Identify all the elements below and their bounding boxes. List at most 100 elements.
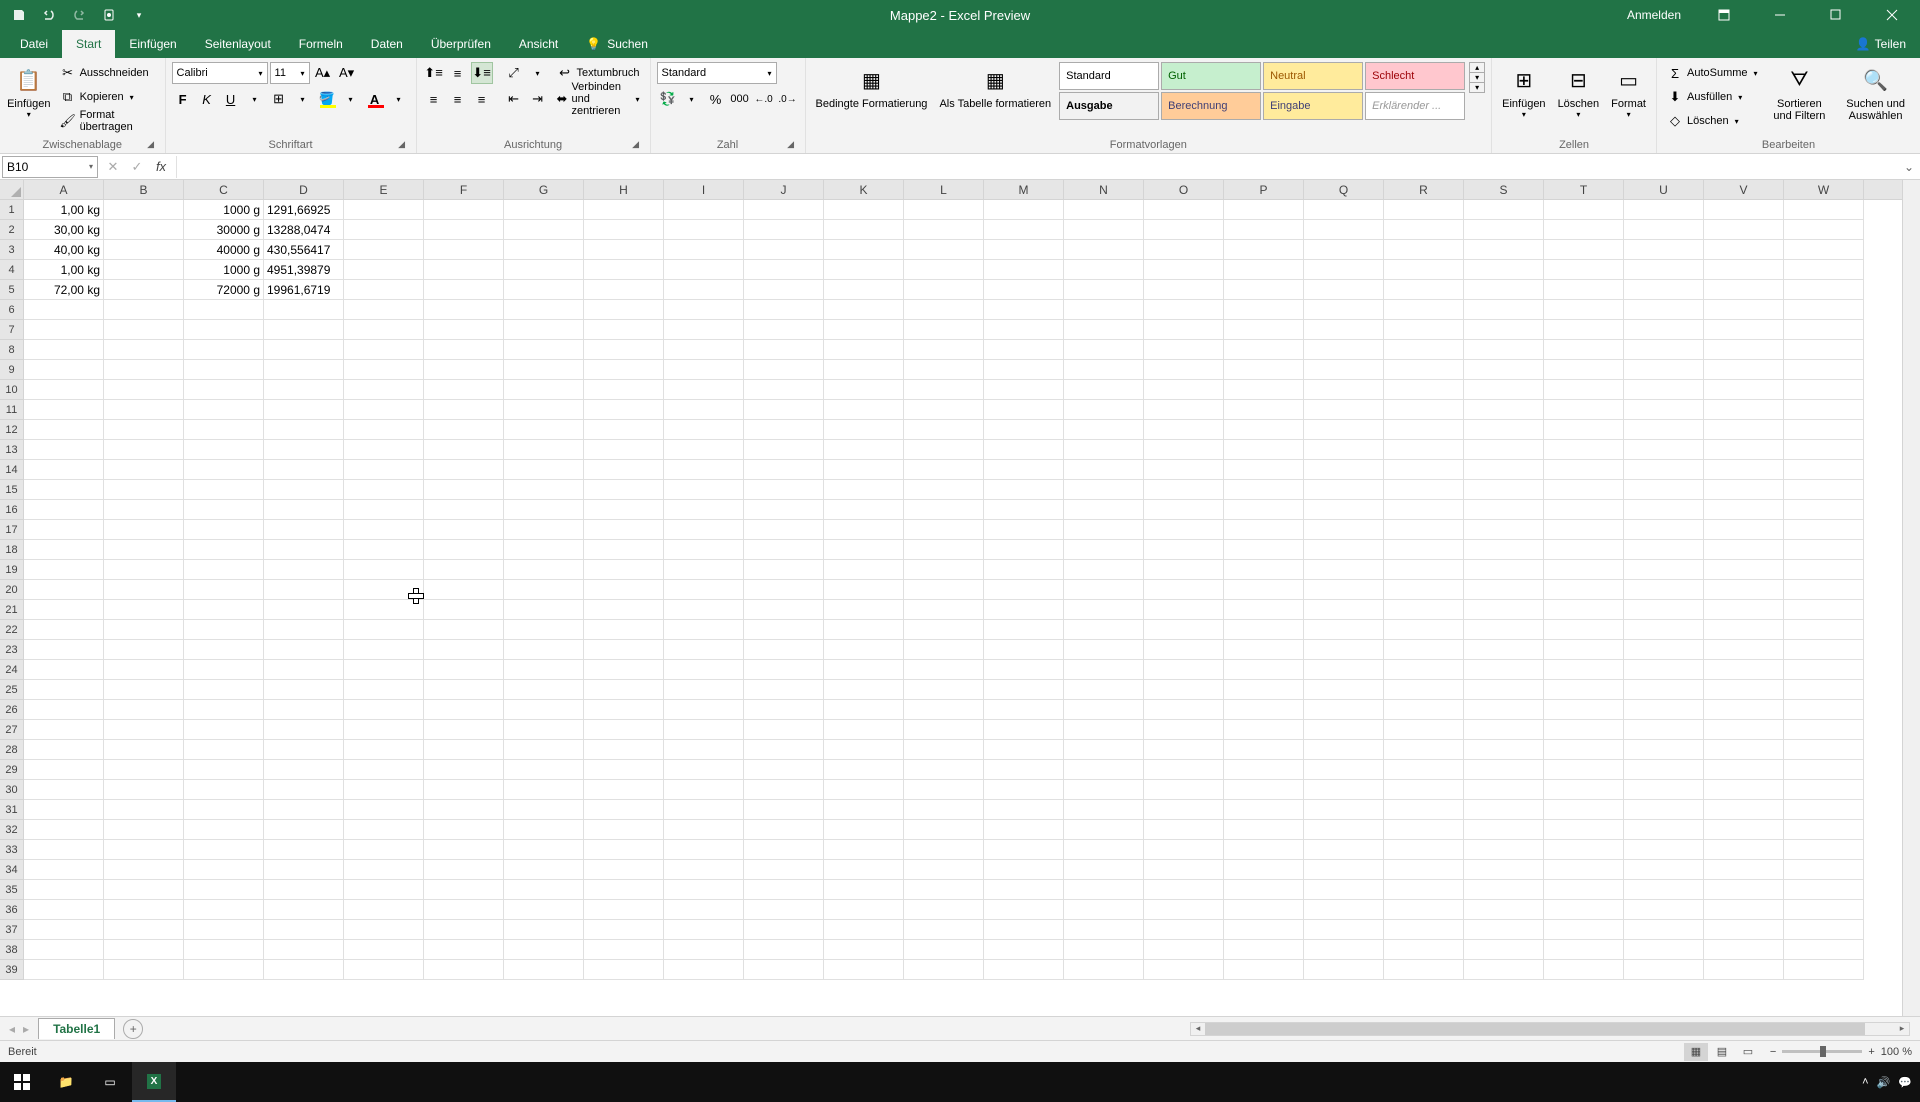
cell[interactable]	[504, 880, 584, 900]
cell[interactable]	[1464, 460, 1544, 480]
column-header[interactable]: T	[1544, 180, 1624, 199]
cell[interactable]	[344, 800, 424, 820]
cell[interactable]	[744, 420, 824, 440]
cell[interactable]	[1384, 520, 1464, 540]
cell[interactable]	[1624, 600, 1704, 620]
cell[interactable]	[104, 220, 184, 240]
style-ausgabe[interactable]: Ausgabe	[1059, 92, 1159, 120]
cell[interactable]	[664, 360, 744, 380]
cell[interactable]	[264, 860, 344, 880]
cell[interactable]	[1784, 360, 1864, 380]
cell[interactable]	[664, 460, 744, 480]
cell[interactable]	[424, 500, 504, 520]
cell[interactable]	[1464, 580, 1544, 600]
row-header[interactable]: 30	[0, 780, 24, 800]
cell[interactable]	[984, 640, 1064, 660]
cell[interactable]	[1224, 680, 1304, 700]
cell[interactable]	[1384, 460, 1464, 480]
cell[interactable]	[1704, 380, 1784, 400]
cell[interactable]	[1304, 420, 1384, 440]
cell[interactable]	[24, 300, 104, 320]
cell[interactable]	[1624, 200, 1704, 220]
cell[interactable]	[1304, 660, 1384, 680]
formula-input[interactable]	[176, 156, 1898, 178]
cell[interactable]	[824, 640, 904, 660]
align-middle-icon[interactable]: ≡	[447, 62, 469, 84]
cell[interactable]	[984, 600, 1064, 620]
cell[interactable]	[584, 260, 664, 280]
cell[interactable]	[424, 960, 504, 980]
cell[interactable]	[1064, 620, 1144, 640]
cell[interactable]	[104, 300, 184, 320]
cell[interactable]	[984, 200, 1064, 220]
cell[interactable]	[584, 340, 664, 360]
cell[interactable]	[1704, 940, 1784, 960]
cell[interactable]	[104, 760, 184, 780]
maximize-button[interactable]	[1813, 0, 1859, 30]
cell[interactable]	[1064, 800, 1144, 820]
cell[interactable]	[1464, 260, 1544, 280]
fill-color-button[interactable]: 🪣	[316, 88, 338, 110]
cell[interactable]	[984, 320, 1064, 340]
cell[interactable]	[504, 580, 584, 600]
cell[interactable]	[904, 900, 984, 920]
cell[interactable]	[1544, 280, 1624, 300]
cell[interactable]	[1384, 280, 1464, 300]
cell[interactable]	[24, 780, 104, 800]
cell[interactable]	[664, 320, 744, 340]
column-header[interactable]: E	[344, 180, 424, 199]
row-header[interactable]: 6	[0, 300, 24, 320]
cell[interactable]	[1144, 200, 1224, 220]
cell[interactable]	[584, 320, 664, 340]
cell[interactable]	[1384, 420, 1464, 440]
cell[interactable]	[1384, 400, 1464, 420]
cell[interactable]	[1624, 780, 1704, 800]
cell[interactable]	[424, 540, 504, 560]
cell[interactable]	[1624, 220, 1704, 240]
cell[interactable]	[1064, 640, 1144, 660]
cell[interactable]	[584, 540, 664, 560]
cell[interactable]	[1224, 840, 1304, 860]
cell[interactable]	[104, 540, 184, 560]
cell[interactable]	[1704, 960, 1784, 980]
cell[interactable]	[904, 200, 984, 220]
style-standard[interactable]: Standard	[1059, 62, 1159, 90]
cell[interactable]	[1064, 560, 1144, 580]
cell[interactable]	[104, 520, 184, 540]
underline-dd-icon[interactable]: ▾	[244, 88, 266, 110]
cell[interactable]	[1704, 580, 1784, 600]
horizontal-scrollbar[interactable]: ◂ ▸	[1190, 1022, 1910, 1036]
cell[interactable]	[664, 640, 744, 660]
cell[interactable]	[744, 660, 824, 680]
cell[interactable]	[24, 860, 104, 880]
cell[interactable]	[1304, 680, 1384, 700]
cell[interactable]	[264, 760, 344, 780]
name-box[interactable]: B10▾	[2, 156, 98, 178]
cell[interactable]	[1144, 580, 1224, 600]
cell[interactable]	[424, 860, 504, 880]
cell[interactable]	[1224, 960, 1304, 980]
cell[interactable]	[584, 960, 664, 980]
cell[interactable]	[1624, 880, 1704, 900]
cell[interactable]	[264, 920, 344, 940]
cell[interactable]	[264, 520, 344, 540]
cell[interactable]	[1704, 700, 1784, 720]
cell[interactable]	[984, 460, 1064, 480]
cell[interactable]	[1704, 280, 1784, 300]
cell[interactable]	[344, 580, 424, 600]
cell[interactable]	[344, 220, 424, 240]
sheet-nav-first-icon[interactable]: ◂	[6, 1022, 18, 1036]
cell[interactable]	[1384, 900, 1464, 920]
cell[interactable]	[744, 880, 824, 900]
cell[interactable]	[1624, 540, 1704, 560]
cell[interactable]	[1464, 820, 1544, 840]
cell[interactable]	[104, 440, 184, 460]
cell[interactable]	[104, 480, 184, 500]
accounting-dd-icon[interactable]: ▾	[681, 88, 703, 110]
row-header[interactable]: 32	[0, 820, 24, 840]
cell[interactable]	[264, 500, 344, 520]
cell[interactable]: 4951,39879	[264, 260, 344, 280]
cell[interactable]	[1064, 780, 1144, 800]
column-header[interactable]: M	[984, 180, 1064, 199]
cell[interactable]	[664, 880, 744, 900]
